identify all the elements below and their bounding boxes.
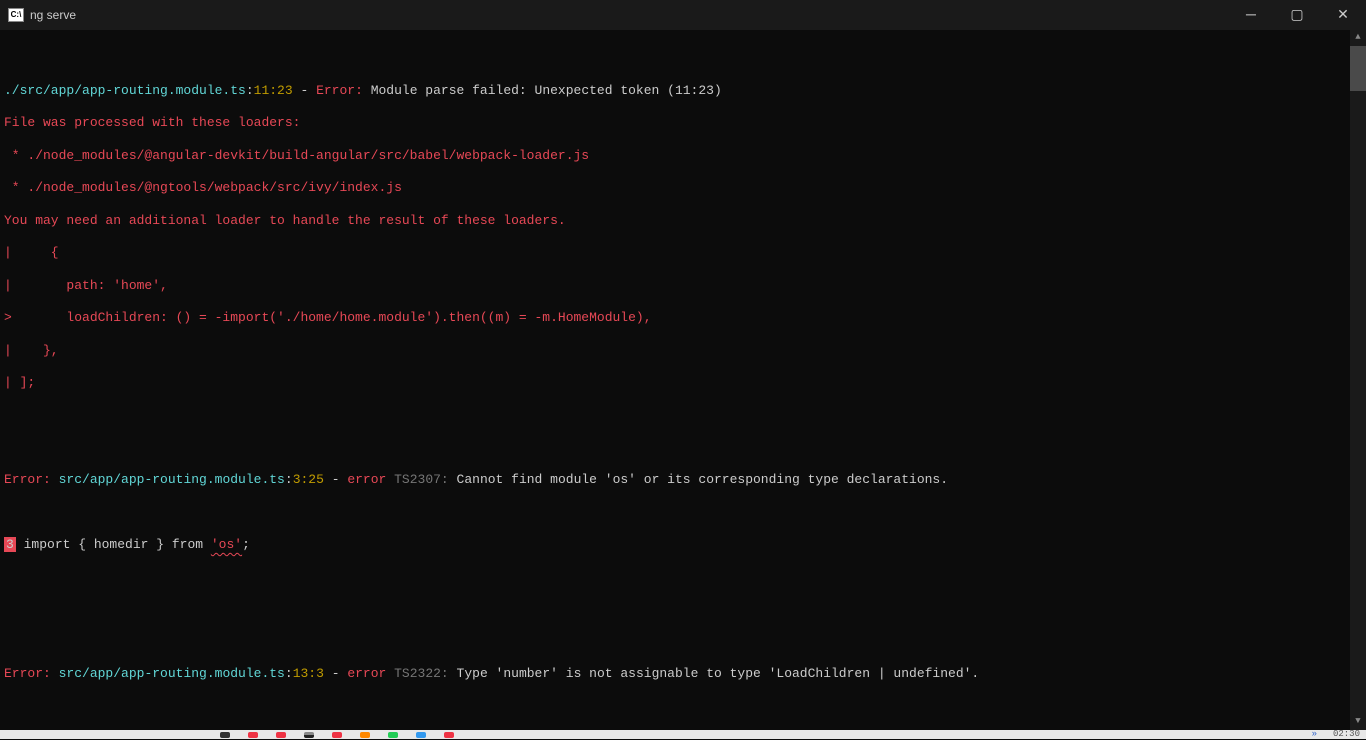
error-loc: 3:25 <box>293 472 324 487</box>
taskbar-app-icon[interactable] <box>444 732 454 738</box>
error-label: error <box>347 472 386 487</box>
code-context: | }, <box>4 343 1362 359</box>
loader-info: You may need an additional loader to han… <box>4 213 1362 229</box>
error-prefix: Error: <box>4 472 51 487</box>
taskbar-app-icon[interactable] <box>220 732 230 738</box>
titlebar-left: C:\ ng serve <box>8 8 76 23</box>
error-file: src/app/app-routing.module.ts <box>59 666 285 681</box>
error-code: TS2322: <box>386 666 456 681</box>
taskbar-clock: 02:30 <box>1333 729 1360 740</box>
line-number: 3 <box>4 537 16 552</box>
error-file: ./src/app/app-routing.module.ts <box>4 83 246 98</box>
terminal-output: ./src/app/app-routing.module.ts:11:23 - … <box>0 30 1366 730</box>
window-titlebar: C:\ ng serve ─ ▢ ✕ <box>0 0 1366 30</box>
error-msg: Module parse failed: Unexpected token (1… <box>363 83 722 98</box>
scroll-down-icon[interactable]: ▼ <box>1350 714 1366 730</box>
taskbar-app-icon[interactable] <box>416 732 426 738</box>
scroll-thumb[interactable] <box>1350 46 1366 91</box>
code-context: | { <box>4 245 1362 261</box>
error-code: TS2307: <box>386 472 456 487</box>
loader-info: * ./node_modules/@angular-devkit/build-a… <box>4 148 1362 164</box>
taskbar-app-icon[interactable] <box>388 732 398 738</box>
taskbar-apps <box>220 732 454 738</box>
minimize-button[interactable]: ─ <box>1228 0 1274 30</box>
error-loc: 11:23 <box>254 83 293 98</box>
taskbar: » 02:30 <box>0 730 1366 739</box>
error-label: error <box>347 666 386 681</box>
taskbar-tray: » 02:30 <box>1312 729 1360 740</box>
code-context: | path: 'home', <box>4 278 1362 294</box>
loader-info: File was processed with these loaders: <box>4 115 1362 131</box>
taskbar-app-icon[interactable] <box>304 732 314 738</box>
error-file: src/app/app-routing.module.ts <box>59 472 285 487</box>
taskbar-app-icon[interactable] <box>276 732 286 738</box>
error-msg: Cannot find module 'os' or its correspon… <box>457 472 948 487</box>
scrollbar[interactable]: ▲ ▼ <box>1350 30 1366 730</box>
error-label: Error: <box>316 83 363 98</box>
cmd-icon: C:\ <box>8 8 24 22</box>
tray-chevron-icon[interactable]: » <box>1312 729 1317 740</box>
window-controls: ─ ▢ ✕ <box>1228 0 1366 30</box>
code-context: | ]; <box>4 375 1362 391</box>
error-loc: 13:3 <box>293 666 324 681</box>
code-context: > loadChildren: () = -import('./home/hom… <box>4 310 1362 326</box>
error-msg: Type 'number' is not assignable to type … <box>457 666 980 681</box>
taskbar-app-icon[interactable] <box>360 732 370 738</box>
error-underline: 'os' <box>211 537 242 552</box>
taskbar-app-icon[interactable] <box>248 732 258 738</box>
error-prefix: Error: <box>4 666 51 681</box>
loader-info: * ./node_modules/@ngtools/webpack/src/iv… <box>4 180 1362 196</box>
taskbar-app-icon[interactable] <box>332 732 342 738</box>
scroll-up-icon[interactable]: ▲ <box>1350 30 1366 46</box>
window-title: ng serve <box>30 8 76 23</box>
close-button[interactable]: ✕ <box>1320 0 1366 30</box>
maximize-button[interactable]: ▢ <box>1274 0 1320 30</box>
